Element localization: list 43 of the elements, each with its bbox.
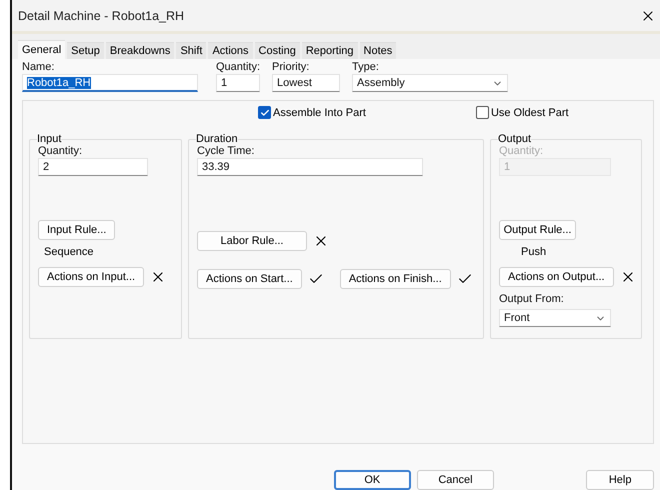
tab[interactable]: Breakdowns (106, 42, 174, 59)
tab[interactable]: Actions (208, 42, 253, 59)
field-label: Cycle Time: (197, 145, 254, 158)
field-label: Priority: (272, 61, 310, 74)
group-title: Output (498, 134, 532, 145)
input-field[interactable]: 2 (38, 158, 148, 176)
field-label: Quantity: (216, 61, 260, 74)
labor-rule-button[interactable]: Labor Rule... (197, 231, 307, 251)
input-field[interactable]: 33.39 (197, 158, 423, 176)
tab[interactable]: Setup (67, 42, 104, 59)
tab[interactable]: Notes (360, 42, 396, 59)
dialog-button[interactable]: Cancel (416, 470, 494, 490)
dialog-button[interactable]: OK (334, 470, 411, 490)
checkbox[interactable] (258, 106, 271, 119)
type-dropdown[interactable]: Assembly (352, 74, 508, 92)
output-from-dropdown[interactable]: Front (499, 309, 611, 327)
window-title: Detail Machine - Robot1a_RH (18, 8, 184, 23)
actions-button[interactable]: Actions on Start... (197, 269, 302, 289)
tab[interactable]: Shift (176, 42, 206, 59)
field-label: Output From: (499, 293, 564, 306)
input-field[interactable]: Lowest (272, 74, 340, 92)
tab[interactable]: General (18, 40, 66, 59)
output-rule-button[interactable]: Output Rule... (499, 220, 576, 240)
rule-text: Push (521, 246, 546, 258)
checkbox-label: Assemble Into Part (273, 106, 366, 118)
field-label: Type: (352, 61, 380, 74)
group-title: Duration (196, 134, 238, 145)
tab[interactable]: Reporting (302, 42, 358, 59)
dialog-button[interactable]: Help (586, 470, 654, 490)
field-label: Quantity: (499, 145, 544, 158)
tab[interactable]: Costing (254, 42, 300, 59)
checkbox[interactable] (476, 106, 489, 119)
checkbox-label: Use Oldest Part (490, 106, 569, 118)
input-rule-button[interactable]: Input Rule... (38, 220, 116, 240)
actions-button[interactable]: Actions on Finish... (340, 269, 451, 289)
input-field[interactable]: 1 (216, 74, 260, 92)
field-label: Quantity: (38, 145, 82, 158)
group-title: Input (37, 134, 62, 145)
rule-text: Sequence (44, 246, 94, 258)
name-field[interactable]: Robot1a_RH (22, 74, 198, 92)
actions-button[interactable]: Actions on Input... (38, 267, 144, 287)
field-label: Name: (22, 61, 56, 74)
actions-button[interactable]: Actions on Output... (499, 267, 614, 287)
